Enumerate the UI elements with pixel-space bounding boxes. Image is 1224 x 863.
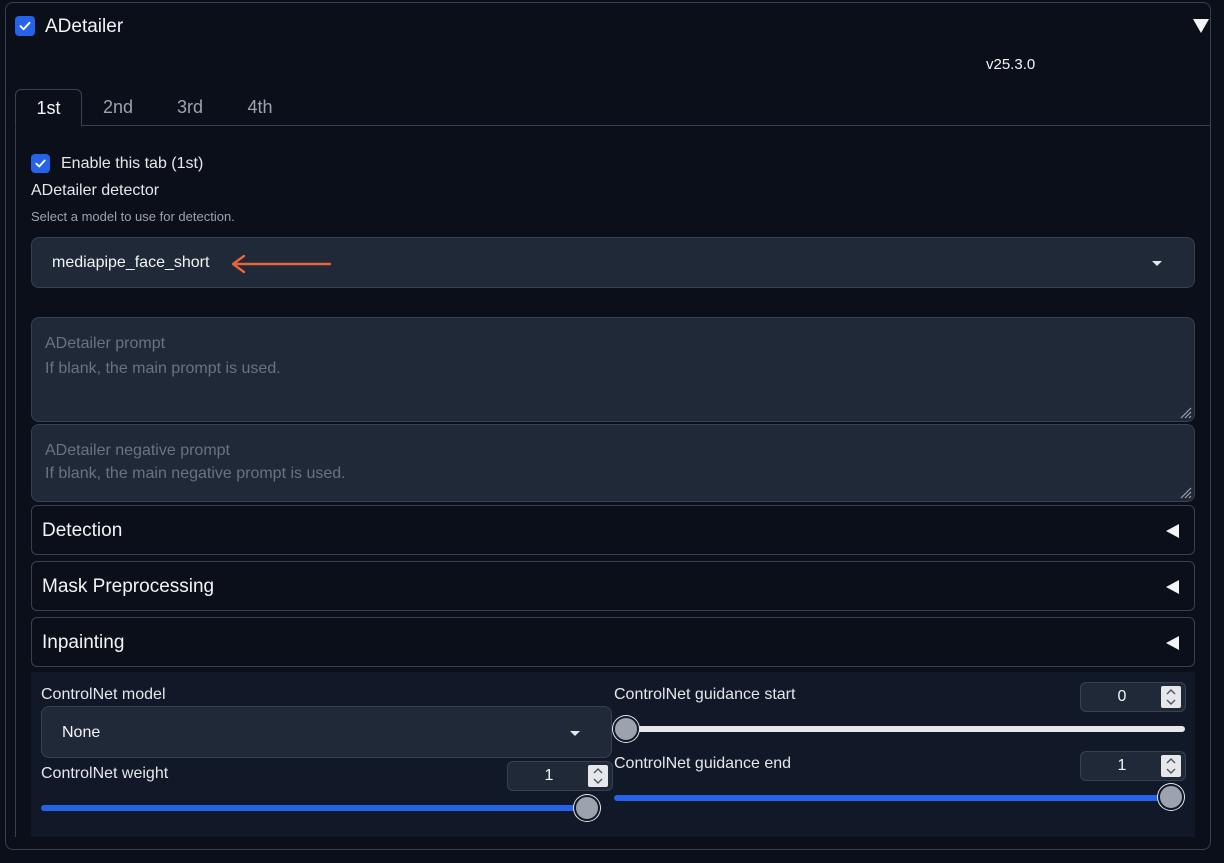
guidance-end-input[interactable]: 1	[1080, 751, 1186, 781]
spinner-icon[interactable]	[1161, 686, 1181, 708]
controlnet-weight-input[interactable]: 1	[507, 761, 613, 791]
accordion-mask-preprocessing[interactable]: Mask Preprocessing	[31, 561, 1195, 611]
enable-tab-checkbox[interactable]	[31, 154, 50, 173]
check-icon	[35, 159, 46, 168]
guidance-start-input[interactable]: 0	[1080, 682, 1186, 712]
tab-2nd[interactable]: 2nd	[85, 89, 151, 127]
enable-tab-label[interactable]: Enable this tab (1st)	[61, 155, 203, 173]
accordion-title: Mask Preprocessing	[42, 576, 215, 597]
caret-down-icon	[570, 731, 580, 736]
tab-body-border	[15, 125, 16, 837]
detector-info: Select a model to use for detection.	[31, 209, 235, 224]
controlnet-model-value: None	[62, 724, 101, 741]
caret-down-icon	[1152, 261, 1162, 266]
guidance-start-label: ControlNet guidance start	[614, 686, 796, 703]
accordion-detection[interactable]: Detection	[31, 505, 1195, 555]
guidance-start-track[interactable]	[614, 726, 1185, 732]
prompt-placeholder-hint: If blank, the main prompt is used.	[45, 360, 281, 377]
controlnet-model-label: ControlNet model	[41, 686, 166, 703]
spinner-icon[interactable]	[1161, 755, 1181, 777]
controlnet-weight-thumb[interactable]	[574, 795, 600, 821]
arrow-left-icon	[231, 254, 332, 274]
panel-title[interactable]: ADetailer	[45, 16, 123, 38]
resize-grip-icon[interactable]	[1178, 485, 1192, 499]
controlnet-model-dropdown[interactable]: None	[41, 706, 612, 758]
accordion-title: Inpainting	[42, 632, 125, 653]
detector-label: ADetailer detector	[31, 182, 160, 199]
triangle-left-icon	[1166, 524, 1179, 538]
triangle-left-icon	[1166, 580, 1179, 594]
tab-4th[interactable]: 4th	[227, 89, 293, 127]
guidance-end-track[interactable]	[614, 795, 1185, 801]
prompt-placeholder-title: ADetailer prompt	[45, 335, 166, 352]
guidance-end-label: ControlNet guidance end	[614, 755, 792, 772]
guidance-end-thumb[interactable]	[1158, 784, 1184, 810]
detector-value: mediapipe_face_short	[52, 254, 210, 271]
adetailer-negative-prompt-textarea[interactable]: ADetailer negative prompt If blank, the …	[31, 424, 1195, 502]
triangle-left-icon	[1166, 636, 1179, 650]
check-icon	[19, 21, 31, 31]
accordion-title: Detection	[42, 520, 123, 541]
tab-divider	[15, 125, 1211, 126]
guidance-end-value: 1	[1117, 757, 1127, 774]
resize-grip-icon[interactable]	[1178, 405, 1192, 419]
version-label: v25.3.0	[986, 56, 1036, 73]
negative-prompt-placeholder-hint: If blank, the main negative prompt is us…	[45, 465, 346, 482]
tab-1st[interactable]: 1st	[15, 89, 82, 127]
tab-3rd[interactable]: 3rd	[157, 89, 223, 127]
negative-prompt-placeholder-title: ADetailer negative prompt	[45, 442, 230, 459]
spinner-icon[interactable]	[588, 765, 608, 787]
adetailer-enable-checkbox[interactable]	[15, 16, 35, 36]
controlnet-weight-value: 1	[544, 767, 554, 784]
triangle-down-icon[interactable]	[1190, 16, 1212, 36]
accordion-inpainting[interactable]: Inpainting	[31, 617, 1195, 667]
detector-dropdown[interactable]: mediapipe_face_short	[31, 237, 1195, 288]
adetailer-prompt-textarea[interactable]: ADetailer prompt If blank, the main prom…	[31, 317, 1195, 422]
controlnet-weight-label: ControlNet weight	[41, 765, 169, 782]
controlnet-weight-track[interactable]	[41, 805, 601, 811]
guidance-start-thumb[interactable]	[613, 716, 639, 742]
guidance-start-value: 0	[1117, 688, 1127, 705]
